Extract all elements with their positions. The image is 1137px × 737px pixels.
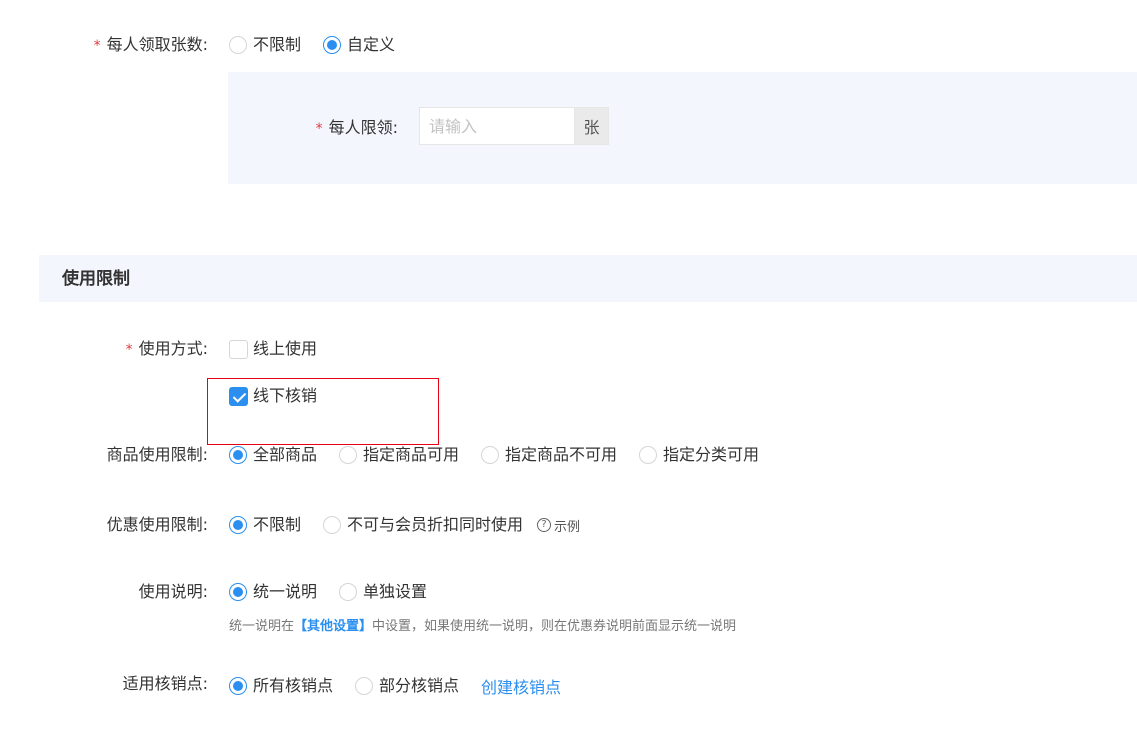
- radio-label: 不限制: [253, 515, 302, 534]
- usage-mode-online: 线上使用: [229, 339, 317, 359]
- discount-limit-options: 不限制 不可与会员折扣同时使用 ? 示例: [229, 515, 580, 535]
- checkbox-label: 线上使用: [253, 339, 318, 358]
- radio-label: 统一说明: [253, 582, 318, 601]
- highlight-box: [207, 378, 439, 445]
- radio-label: 不限制: [253, 35, 302, 54]
- radio-some-points[interactable]: 部分核销点: [355, 676, 459, 696]
- unit-addon: 张: [574, 107, 609, 145]
- section-header-usage: 使用限制: [39, 255, 1137, 302]
- product-limit-options: 全部商品 指定商品可用 指定商品不可用 指定分类可用: [229, 445, 781, 465]
- per-person-limit-input-group: 张: [419, 107, 609, 145]
- radio-label: 所有核销点: [253, 676, 334, 695]
- example-label: 示例: [554, 519, 581, 535]
- per-person-count-label: * 每人领取张数:: [93, 35, 208, 54]
- create-verify-point-link[interactable]: 创建核销点: [481, 674, 561, 698]
- radio-specified-products-unavailable[interactable]: 指定商品不可用: [481, 445, 617, 465]
- radio-all-points[interactable]: 所有核销点: [229, 676, 333, 696]
- radio-custom[interactable]: 自定义: [323, 35, 395, 55]
- radio-circle-icon[interactable]: [229, 36, 247, 54]
- radio-label: 不可与会员折扣同时使用: [347, 515, 524, 534]
- radio-circle-icon[interactable]: [229, 677, 247, 695]
- discount-limit-label: 优惠使用限制:: [106, 515, 208, 534]
- radio-discount-unlimited[interactable]: 不限制: [229, 515, 301, 535]
- checkbox-icon[interactable]: [229, 339, 248, 359]
- radio-no-member-discount[interactable]: 不可与会员折扣同时使用: [323, 515, 523, 535]
- per-person-limit-input[interactable]: [419, 107, 574, 145]
- usage-desc-label: 使用说明:: [138, 582, 208, 601]
- radio-circle-icon[interactable]: [339, 446, 358, 464]
- usage-desc-options: 统一说明 单独设置: [229, 582, 449, 602]
- verify-points-label: 适用核销点:: [122, 674, 208, 693]
- verify-points-options: 所有核销点 部分核销点 创建核销点: [229, 674, 561, 698]
- per-person-limit-label: * 每人限领:: [315, 118, 398, 137]
- usage-desc-note: 统一说明在【其他设置】中设置，如果使用统一说明，则在优惠券说明前面显示统一说明: [229, 619, 737, 634]
- per-person-count-options: 不限制 自定义: [229, 35, 417, 55]
- required-mark: *: [125, 342, 133, 358]
- required-mark: *: [315, 121, 323, 137]
- radio-circle-icon[interactable]: [229, 516, 247, 534]
- radio-label: 指定商品可用: [363, 445, 460, 464]
- radio-unlimited[interactable]: 不限制: [229, 35, 301, 55]
- radio-circle-icon[interactable]: [481, 446, 500, 464]
- radio-all-products[interactable]: 全部商品: [229, 445, 317, 465]
- radio-specified-products-available[interactable]: 指定商品可用: [339, 445, 459, 465]
- radio-circle-icon[interactable]: [323, 36, 342, 54]
- usage-mode-label: * 使用方式:: [125, 339, 208, 358]
- checkbox-online-use[interactable]: 线上使用: [229, 339, 317, 359]
- question-circle-icon: ?: [537, 518, 552, 532]
- radio-label: 指定商品不可用: [505, 445, 618, 464]
- radio-label: 全部商品: [253, 445, 318, 464]
- radio-circle-icon[interactable]: [355, 677, 374, 695]
- radio-circle-icon[interactable]: [229, 583, 247, 601]
- radio-specified-category-available[interactable]: 指定分类可用: [639, 445, 759, 465]
- required-mark: *: [93, 38, 101, 54]
- radio-circle-icon[interactable]: [323, 516, 342, 534]
- radio-circle-icon[interactable]: [229, 446, 247, 464]
- radio-circle-icon[interactable]: [339, 583, 358, 601]
- radio-unified-desc[interactable]: 统一说明: [229, 582, 317, 602]
- radio-label: 单独设置: [363, 582, 428, 601]
- example-help[interactable]: ? 示例: [537, 516, 580, 535]
- radio-circle-icon[interactable]: [639, 446, 658, 464]
- product-limit-label: 商品使用限制:: [106, 445, 208, 464]
- radio-label: 指定分类可用: [663, 445, 760, 464]
- other-settings-link[interactable]: 【其他设置】: [294, 619, 372, 634]
- radio-label: 部分核销点: [379, 676, 460, 695]
- radio-label: 自定义: [347, 35, 396, 54]
- radio-separate-desc[interactable]: 单独设置: [339, 582, 427, 602]
- section-title: 使用限制: [62, 269, 130, 289]
